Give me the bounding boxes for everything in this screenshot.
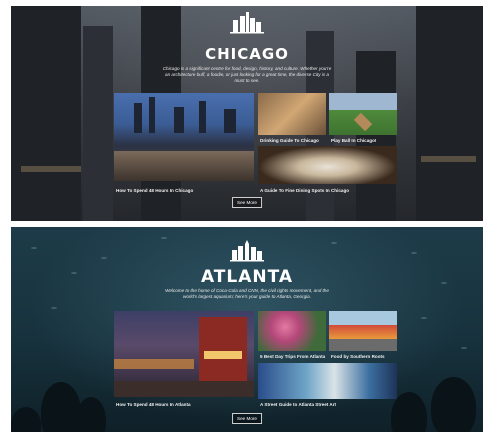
article-card[interactable]: Food by Southern Roots (329, 311, 397, 359)
skyline-building (416, 6, 483, 221)
atlanta-section: ATLANTA Welcome to the home of Coca-Cola… (11, 227, 483, 432)
article-card[interactable]: 5 Best Day Trips From Atlanta (258, 311, 326, 359)
crowd-silhouette (11, 407, 41, 432)
crowd-silhouette (76, 397, 106, 432)
lit-windows (21, 166, 81, 172)
article-card[interactable]: Play Ball In Chicago! (329, 93, 397, 143)
article-caption: How To Spend 48 Hours In Chicago (116, 188, 194, 193)
article-image (258, 311, 326, 351)
article-image (114, 93, 254, 181)
article-caption: Play Ball In Chicago! (331, 138, 377, 143)
featured-article-card[interactable]: How To Spend 48 Hours In Chicago (114, 93, 254, 193)
see-more-button[interactable]: See More (232, 197, 262, 208)
fish (51, 307, 57, 309)
fish (31, 247, 37, 249)
lit-windows (421, 156, 476, 162)
article-caption: A Guide To Fine Dining Spots In Chicago (260, 188, 350, 193)
article-caption: Drinking Guide To Chicago (260, 138, 319, 143)
city-description: Chicago is a significant centre for food… (162, 66, 332, 83)
article-card[interactable]: A Guide To Fine Dining Spots In Chicago (258, 146, 397, 193)
article-caption: 5 Best Day Trips From Atlanta (260, 354, 326, 359)
article-caption: A Street Guide to Atlanta Street Art (260, 402, 337, 407)
fish (331, 242, 337, 244)
article-caption: Food by Southern Roots (331, 354, 385, 359)
see-more-button[interactable]: See More (232, 413, 262, 424)
fish (411, 252, 417, 254)
fish (161, 237, 167, 239)
city-title: CHICAGO (205, 45, 289, 63)
article-card[interactable]: A Street Guide to Atlanta Street Art (258, 363, 397, 407)
atlanta-skyline-logo-icon (230, 240, 264, 262)
city-description: Welcome to the home of Coca-Cola and CNN… (165, 288, 329, 299)
featured-article-card[interactable]: How To Spend 48 Hours In Atlanta (114, 311, 254, 407)
city-title: ATLANTA (200, 267, 294, 287)
article-image (258, 363, 397, 399)
article-image (329, 93, 397, 135)
article-image (258, 146, 397, 184)
fish (101, 257, 107, 259)
skyline-building (11, 6, 81, 221)
article-caption: How To Spend 48 Hours In Atlanta (116, 402, 191, 407)
article-image (329, 311, 397, 351)
article-image (114, 311, 254, 397)
fish (461, 347, 467, 349)
fish (421, 317, 427, 319)
article-image (258, 93, 326, 135)
chicago-section: CHICAGO Chicago is a significant centre … (11, 6, 483, 221)
crowd-silhouette (41, 382, 81, 432)
crowd-silhouette (431, 377, 476, 432)
chicago-skyline-logo-icon (230, 12, 264, 34)
article-card[interactable]: Drinking Guide To Chicago (258, 93, 326, 143)
